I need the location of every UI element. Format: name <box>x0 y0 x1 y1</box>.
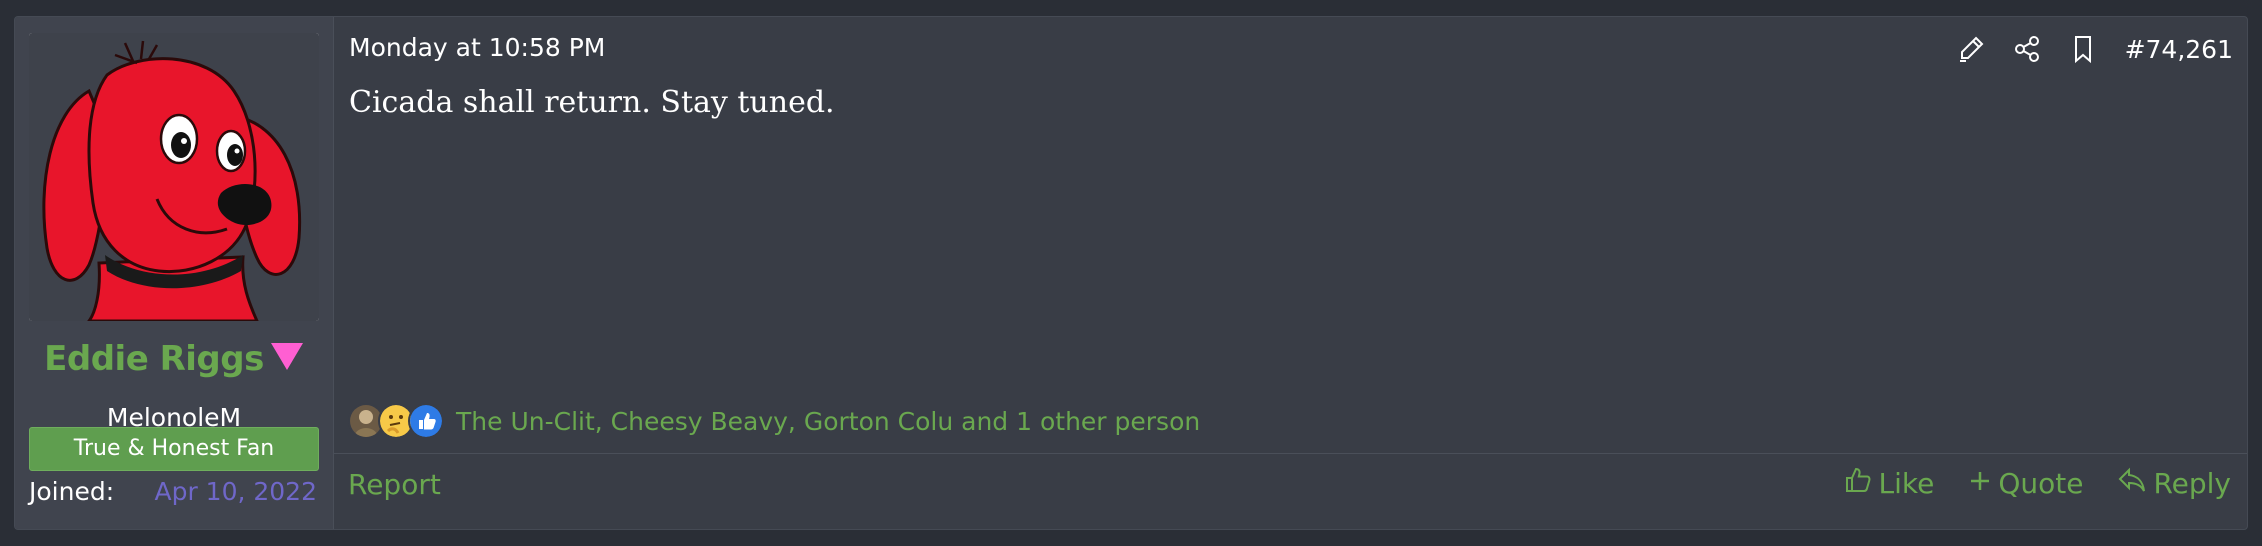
share-icon[interactable] <box>1999 31 2055 67</box>
reply-label: Reply <box>2153 467 2231 500</box>
reactions-bar[interactable]: The Un-Clit, Cheesy Beavy, Gorton Colu a… <box>348 401 1200 441</box>
plus-icon <box>1968 467 1992 500</box>
quote-button[interactable]: Quote <box>1968 467 2083 500</box>
post-actions: #74,261 <box>1943 31 2233 67</box>
like-button[interactable]: Like <box>1843 465 1935 502</box>
username[interactable]: Eddie Riggs <box>44 339 264 379</box>
avatar[interactable] <box>29 33 319 321</box>
thumbs-up-outline-icon <box>1843 465 1873 502</box>
report-link[interactable]: Report <box>348 468 441 501</box>
post-date[interactable]: Monday at 10:58 PM <box>349 33 605 62</box>
highlight-icon[interactable] <box>1943 31 1999 67</box>
reply-arrow-icon <box>2117 466 2147 501</box>
post-number[interactable]: #74,261 <box>2125 35 2233 64</box>
thumbs-up-icon <box>408 403 444 439</box>
clifford-avatar-icon <box>29 33 319 321</box>
message-cell: Monday at 10:58 PM #74,261 Cicada shall … <box>334 17 2247 529</box>
footer-actions: Like Quote Reply <box>1843 465 2231 502</box>
footer-divider <box>334 453 2247 454</box>
bookmark-icon[interactable] <box>2055 31 2111 67</box>
joined-label: Joined: <box>29 477 115 506</box>
user-banner: True & Honest Fan <box>29 427 319 471</box>
post: Eddie Riggs MelonoleM True & Honest Fan … <box>14 16 2248 530</box>
quote-label: Quote <box>1998 467 2084 500</box>
reaction-icons <box>348 403 444 439</box>
like-label: Like <box>1878 467 1935 500</box>
joined-date[interactable]: Apr 10, 2022 <box>154 477 317 506</box>
reactions-users[interactable]: The Un-Clit, Cheesy Beavy, Gorton Colu a… <box>456 407 1200 436</box>
message-body: Cicada shall return. Stay tuned. <box>349 85 835 120</box>
pink-triangle-icon <box>270 341 304 375</box>
reply-button[interactable]: Reply <box>2117 466 2231 501</box>
user-cell: Eddie Riggs MelonoleM True & Honest Fan … <box>15 17 334 529</box>
username-row: Eddie Riggs <box>15 339 333 379</box>
